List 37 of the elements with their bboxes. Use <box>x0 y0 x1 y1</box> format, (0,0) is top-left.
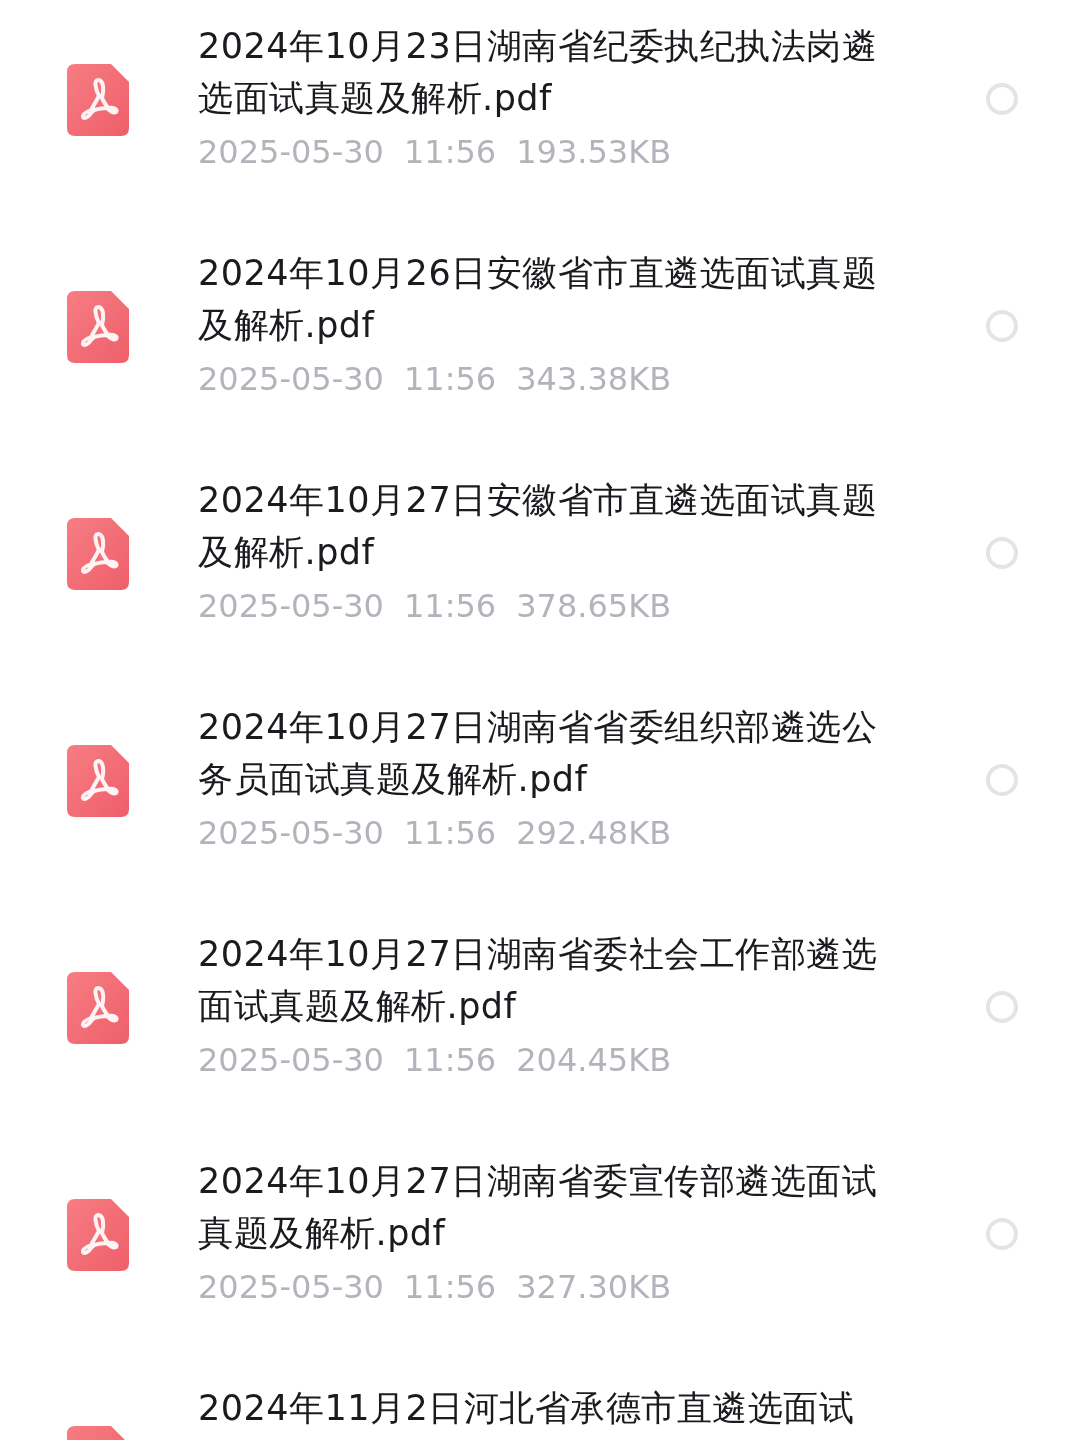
file-date: 2025-05-30 <box>198 132 384 173</box>
select-radio[interactable] <box>986 83 1018 115</box>
pdf-file-icon <box>67 972 129 1044</box>
file-name: 2024年10月27日安徽省市直遴选面试真题及解析.pdf <box>198 479 879 574</box>
file-date: 2025-05-30 <box>198 1040 384 1081</box>
file-name: 2024年10月27日湖南省委社会工作部遴选面试真题及解析.pdf <box>198 933 879 1028</box>
select-radio[interactable] <box>986 1218 1018 1250</box>
pdf-file-icon <box>67 745 129 817</box>
file-name: 2024年10月26日安徽省市直遴选面试真题及解析.pdf <box>198 252 879 347</box>
file-size: 193.53KB <box>516 132 672 173</box>
file-size: 204.45KB <box>516 1040 672 1081</box>
file-name: 2024年11月2日河北省承德市直遴选面试 <box>198 1387 856 1430</box>
file-time: 11:56 <box>403 359 497 400</box>
file-date: 2025-05-30 <box>198 586 384 627</box>
file-time: 11:56 <box>403 132 497 173</box>
file-date: 2025-05-30 <box>198 359 384 400</box>
file-time: 11:56 <box>403 586 497 627</box>
pdf-file-icon <box>67 64 129 136</box>
file-name: 2024年10月27日湖南省省委组织部遴选公务员面试真题及解析.pdf <box>198 706 879 801</box>
pdf-file-icon <box>67 518 129 590</box>
file-size: 292.48KB <box>516 813 672 854</box>
file-size: 343.38KB <box>516 359 672 400</box>
select-radio[interactable] <box>986 991 1018 1023</box>
file-name: 2024年10月23日湖南省纪委执纪执法岗遴选面试真题及解析.pdf <box>198 25 879 120</box>
file-time: 11:56 <box>403 1040 497 1081</box>
file-name: 2024年10月27日湖南省委宣传部遴选面试真题及解析.pdf <box>198 1160 879 1255</box>
file-size: 327.30KB <box>516 1267 672 1308</box>
select-radio[interactable] <box>986 310 1018 342</box>
pdf-file-icon <box>67 291 129 363</box>
file-size: 378.65KB <box>516 586 672 627</box>
pdf-file-icon <box>67 1199 129 1271</box>
select-radio[interactable] <box>986 764 1018 796</box>
file-date: 2025-05-30 <box>198 813 384 854</box>
file-time: 11:56 <box>403 813 497 854</box>
file-time: 11:56 <box>403 1267 497 1308</box>
select-radio[interactable] <box>986 537 1018 569</box>
file-date: 2025-05-30 <box>198 1267 384 1308</box>
